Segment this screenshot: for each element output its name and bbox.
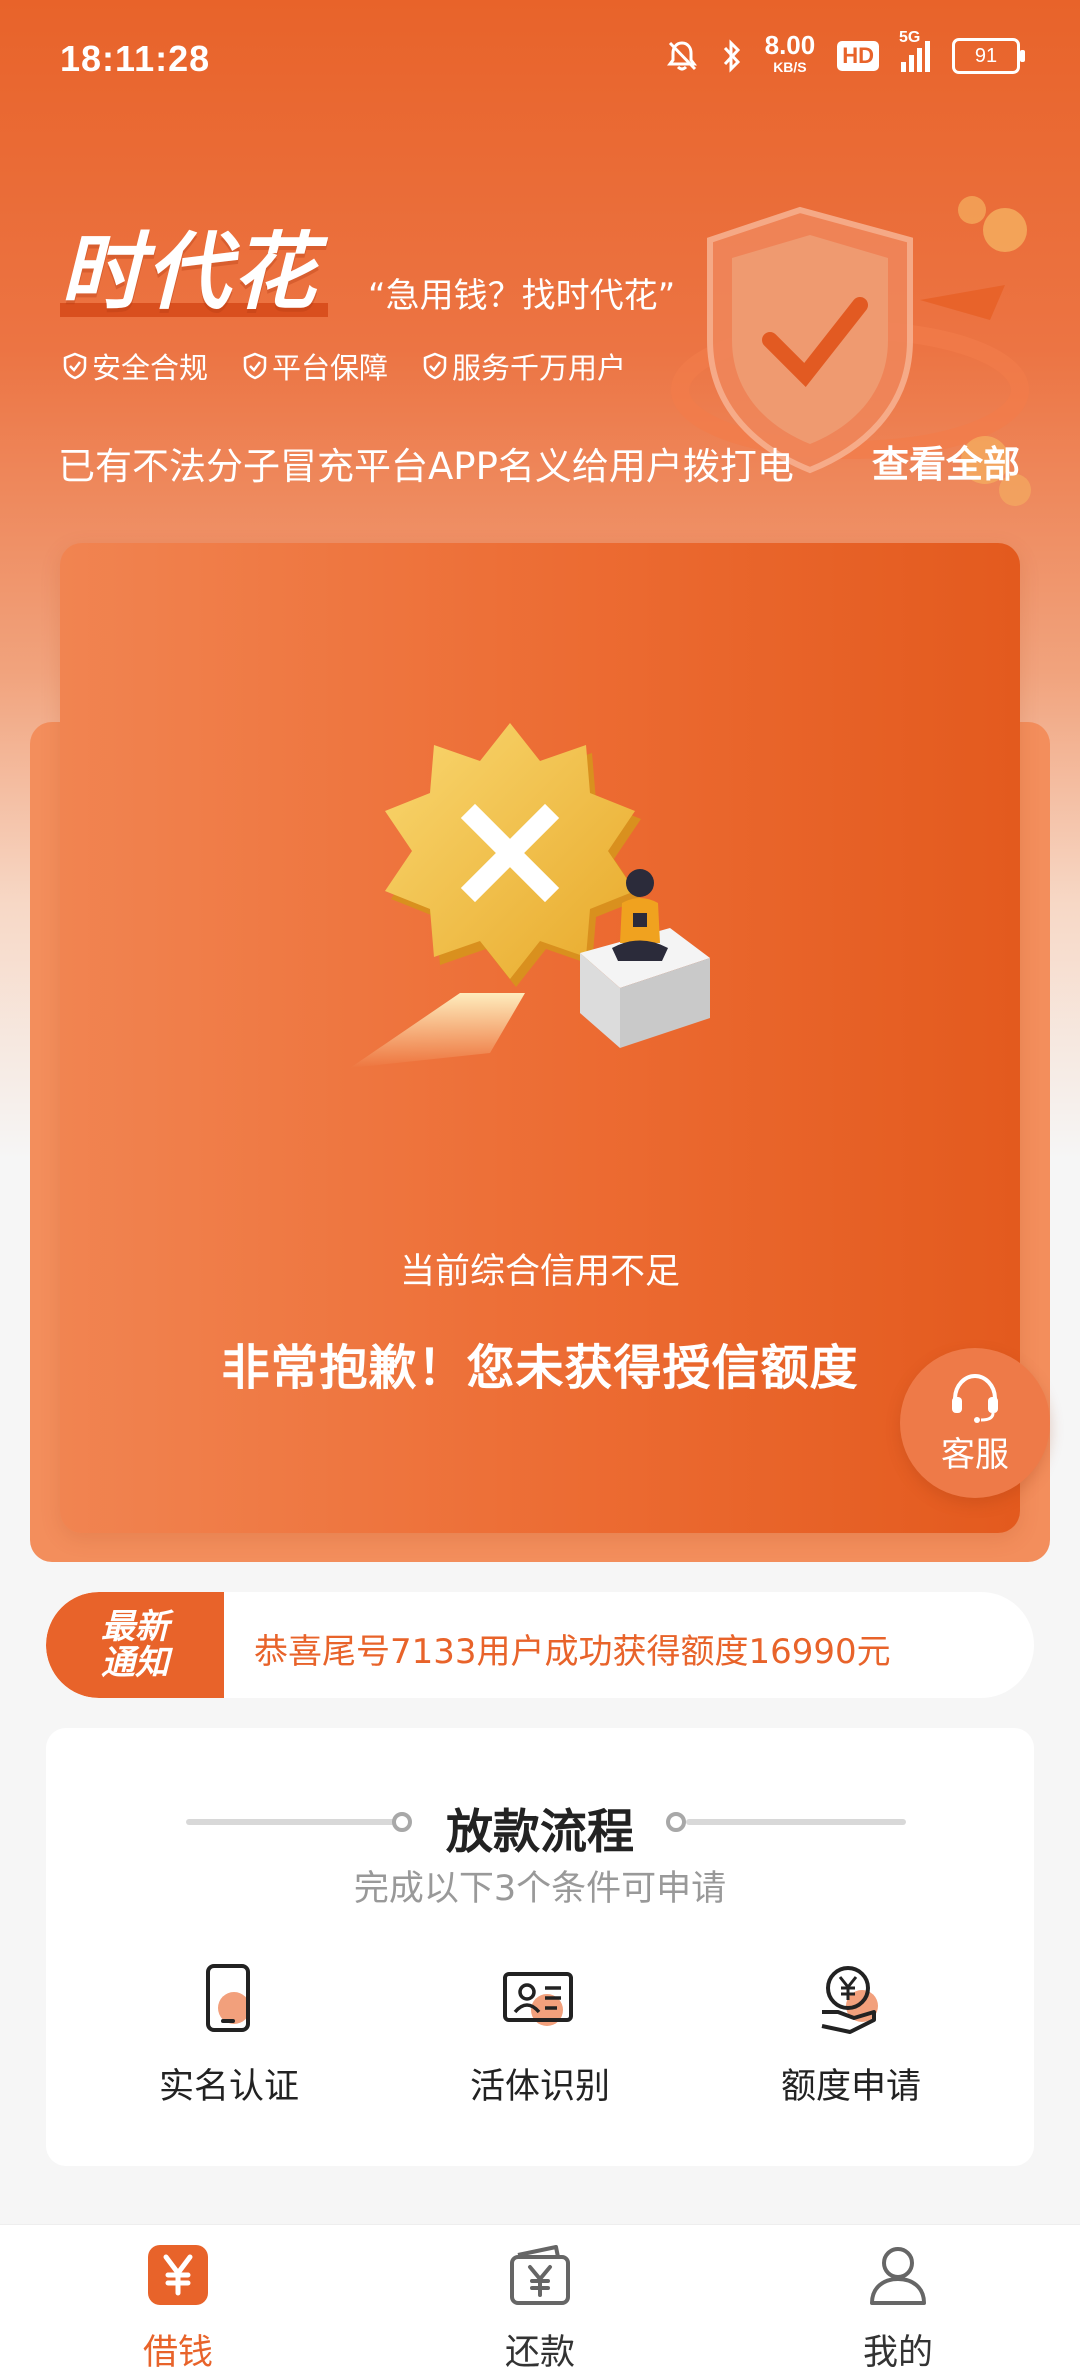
badge-compliance: 安全合规 (62, 345, 208, 387)
news-ticker[interactable]: 最新 通知 恭喜尾号7133用户成功获得额度16990元 (46, 1592, 1034, 1698)
notice-marquee[interactable]: 已有不法分子冒充平台APP名义给用户拨打电 (58, 436, 818, 490)
brand-logo: 时代花 (60, 205, 328, 326)
status-time: 18:11:28 (60, 38, 211, 79)
service-label: 客服 (941, 1434, 1009, 1475)
phone-icon (206, 1964, 250, 2032)
result-card: 当前综合信用不足 非常抱歉！您未获得授信额度 (60, 543, 1020, 1533)
battery-icon: 91 (952, 38, 1025, 74)
shield-check-icon (63, 352, 87, 380)
badge-guarantee: 平台保障 (242, 345, 388, 387)
slogan: “急用钱？找时代花” (368, 276, 676, 316)
tab-label: 还款 (504, 2333, 575, 2373)
process-subtitle: 完成以下3个条件可申请 (353, 1869, 727, 1909)
reject-title: 非常抱歉！您未获得授信额度 (221, 1340, 859, 1396)
net-speed: 8.00 KB/S (764, 30, 816, 75)
bluetooth-icon (723, 39, 740, 73)
yen-icon (148, 2245, 208, 2305)
step-real-name[interactable]: 实名认证 (79, 1960, 379, 2109)
tab-label: 借钱 (142, 2333, 213, 2373)
yen-hand-icon (821, 1966, 878, 2034)
headset-icon (952, 1373, 998, 1423)
user-icon (870, 2247, 926, 2305)
mute-bell-icon (666, 41, 697, 71)
tab-borrow[interactable]: 借钱 (78, 2243, 278, 2375)
process-title: 放款流程 (446, 1805, 634, 1860)
loan-process-card: 放款流程 完成以下3个条件可申请 实名认证 活体识别 额度申请 (46, 1728, 1034, 2166)
id-card-icon (503, 1972, 573, 2026)
tab-mine[interactable]: 我的 (798, 2243, 998, 2375)
tab-repay[interactable]: 还款 (440, 2243, 640, 2375)
status-icons: 8.00 KB/S HD 5G 91 (665, 29, 1025, 78)
shield-check-icon (423, 352, 447, 380)
trust-badges: 安全合规 平台保障 服务千万用户 (62, 345, 626, 387)
step-label: 实名认证 (158, 2067, 299, 2107)
hd-badge: HD (837, 41, 879, 71)
signal-icon: 5G (899, 29, 930, 72)
step-liveness[interactable]: 活体识别 (390, 1960, 690, 2109)
bottom-tab-bar: 借钱 还款 我的 (0, 2224, 1080, 2377)
credit-reason: 当前综合信用不足 (399, 1252, 680, 1292)
step-label: 额度申请 (780, 2067, 921, 2107)
step-label: 活体识别 (469, 2067, 610, 2107)
news-tag: 最新 通知 (46, 1592, 224, 1698)
tab-label: 我的 (862, 2333, 933, 2373)
badge-users: 服务千万用户 (422, 345, 626, 387)
brand-name: 时代花 (60, 223, 319, 321)
customer-service-button[interactable]: 客服 (900, 1348, 1050, 1498)
reject-illustration (350, 723, 710, 1068)
step-credit-apply[interactable]: 额度申请 (701, 1960, 1001, 2109)
wallet-icon (510, 2245, 570, 2305)
shield-check-icon (243, 352, 267, 380)
status-bar: 18:11:28 8.00 KB/S HD 5G 91 (0, 0, 1080, 120)
news-text: 恭喜尾号7133用户成功获得额度16990元 (254, 1632, 891, 1672)
view-all-link[interactable]: 查看全部 (872, 434, 1020, 488)
